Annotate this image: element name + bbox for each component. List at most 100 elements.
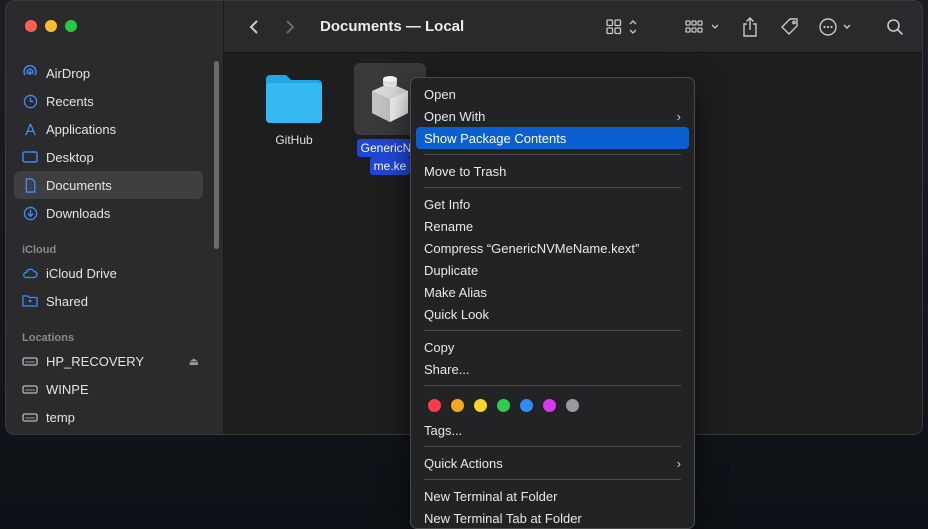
- tag-blue-button[interactable]: [520, 398, 533, 412]
- menu-item-label: Quick Look: [424, 306, 490, 322]
- menu-item-open-with[interactable]: Open With ›: [416, 105, 689, 127]
- menu-item-duplicate[interactable]: Duplicate: [416, 259, 689, 281]
- menu-item-label: Copy: [424, 339, 455, 355]
- sidebar: AirDrop Recents Applications Desktop Doc…: [6, 1, 224, 434]
- sidebar-item-desktop[interactable]: Desktop: [14, 143, 203, 171]
- tag-orange-button[interactable]: [451, 398, 464, 412]
- download-icon: [22, 205, 38, 221]
- sidebar-list: AirDrop Recents Applications Desktop Doc…: [14, 59, 203, 431]
- window-controls: [25, 20, 77, 32]
- menu-item-get-info[interactable]: Get Info: [416, 193, 689, 215]
- menu-item-label: New Terminal at Folder: [424, 488, 558, 504]
- menu-separator: [424, 385, 681, 386]
- sidebar-item-hp-recovery[interactable]: HP_RECOVERY ⏏: [14, 347, 203, 375]
- sidebar-item-downloads[interactable]: Downloads: [14, 199, 203, 227]
- close-button[interactable]: [25, 20, 37, 32]
- sidebar-item-label: Applications: [46, 121, 117, 137]
- airdrop-icon: [22, 65, 38, 81]
- ellipsis-circle-icon: [819, 17, 851, 36]
- tag-gray-button[interactable]: [566, 398, 579, 412]
- menu-item-quick-look[interactable]: Quick Look: [416, 303, 689, 325]
- sidebar-item-winpe[interactable]: WINPE: [14, 375, 203, 403]
- sidebar-item-airdrop[interactable]: AirDrop: [14, 59, 203, 87]
- menu-item-copy[interactable]: Copy: [416, 336, 689, 358]
- menu-separator: [424, 330, 681, 331]
- sidebar-item-label: HP_RECOVERY: [46, 353, 145, 369]
- sidebar-item-label: temp: [46, 409, 75, 425]
- menu-item-rename[interactable]: Rename: [416, 215, 689, 237]
- menu-separator: [424, 154, 681, 155]
- menu-separator: [424, 187, 681, 188]
- sidebar-item-label: Downloads: [46, 205, 111, 221]
- forward-button[interactable]: [278, 15, 302, 39]
- menu-item-show-package-contents[interactable]: Show Package Contents: [416, 127, 689, 149]
- menu-item-label: Open With: [424, 108, 486, 124]
- sidebar-item-label: Shared: [46, 293, 88, 309]
- drive-icon: [22, 381, 38, 397]
- folder-icon: [266, 75, 322, 123]
- back-button[interactable]: [242, 15, 266, 39]
- search-icon: [887, 18, 904, 35]
- sidebar-item-recents[interactable]: Recents: [14, 87, 203, 115]
- view-mode-button[interactable]: [602, 15, 642, 39]
- tag-red-button[interactable]: [428, 398, 441, 412]
- sidebar-item-label: Documents: [46, 177, 112, 193]
- search-button[interactable]: [882, 15, 908, 39]
- menu-item-move-to-trash[interactable]: Move to Trash: [416, 160, 689, 182]
- sidebar-item-label: AirDrop: [46, 65, 91, 81]
- chevron-left-icon: [249, 19, 258, 34]
- zoom-button[interactable]: [65, 20, 77, 32]
- menu-item-label: Duplicate: [424, 262, 479, 278]
- sidebar-item-temp[interactable]: temp: [14, 403, 203, 431]
- menu-item-label: Tags...: [424, 422, 463, 438]
- tag-purple-button[interactable]: [543, 398, 556, 412]
- menu-item-new-terminal-tab[interactable]: New Terminal Tab at Folder: [416, 507, 689, 529]
- file-name: GitHub: [275, 133, 313, 147]
- sidebar-item-label: Desktop: [46, 149, 94, 165]
- menu-item-make-alias[interactable]: Make Alias: [416, 281, 689, 303]
- sidebar-item-documents[interactable]: Documents: [14, 171, 203, 199]
- sidebar-scrollbar[interactable]: [214, 61, 219, 249]
- action-menu-button[interactable]: [816, 15, 856, 39]
- desktop-icon: [22, 149, 38, 165]
- menu-item-label: Quick Actions: [424, 455, 503, 471]
- menu-separator: [424, 479, 681, 480]
- share-button[interactable]: [736, 15, 764, 39]
- menu-item-label: New Terminal Tab at Folder: [424, 510, 582, 526]
- sidebar-item-applications[interactable]: Applications: [14, 115, 203, 143]
- window-title: Documents — Local: [320, 18, 465, 35]
- eject-icon[interactable]: ⏏: [189, 355, 199, 368]
- menu-separator: [424, 446, 681, 447]
- menu-item-open[interactable]: Open: [416, 83, 689, 105]
- chevron-right-icon: ›: [676, 455, 681, 471]
- sidebar-item-icloud-drive[interactable]: iCloud Drive: [14, 259, 203, 287]
- menu-item-tags[interactable]: Tags...: [416, 419, 689, 441]
- menu-item-quick-actions[interactable]: Quick Actions ›: [416, 452, 689, 474]
- group-icon: [685, 19, 719, 33]
- tag-yellow-button[interactable]: [474, 398, 487, 412]
- chevron-right-icon: [286, 19, 295, 34]
- menu-item-label: Show Package Contents: [424, 130, 567, 146]
- group-button[interactable]: [680, 15, 728, 39]
- menu-item-new-terminal[interactable]: New Terminal at Folder: [416, 485, 689, 507]
- tag-color-row: [416, 391, 689, 419]
- sidebar-item-shared[interactable]: Shared: [14, 287, 203, 315]
- tag-icon: [781, 17, 798, 35]
- menu-item-label: Rename: [424, 218, 474, 234]
- cloud-icon: [22, 265, 38, 281]
- drive-icon: [22, 409, 38, 425]
- menu-item-share[interactable]: Share...: [416, 358, 689, 380]
- file-item-github[interactable]: GitHub: [254, 71, 334, 148]
- tag-green-button[interactable]: [497, 398, 510, 412]
- applications-icon: [22, 121, 38, 137]
- file-name-line2: me.ke: [369, 157, 411, 175]
- minimize-button[interactable]: [45, 20, 57, 32]
- toolbar-right: [602, 15, 908, 39]
- menu-item-compress[interactable]: Compress “GenericNVMeName.kext”: [416, 237, 689, 259]
- tag-button[interactable]: [776, 15, 804, 39]
- sidebar-item-label: iCloud Drive: [46, 265, 117, 281]
- sidebar-item-label: Recents: [46, 93, 94, 109]
- drive-icon: [22, 353, 38, 369]
